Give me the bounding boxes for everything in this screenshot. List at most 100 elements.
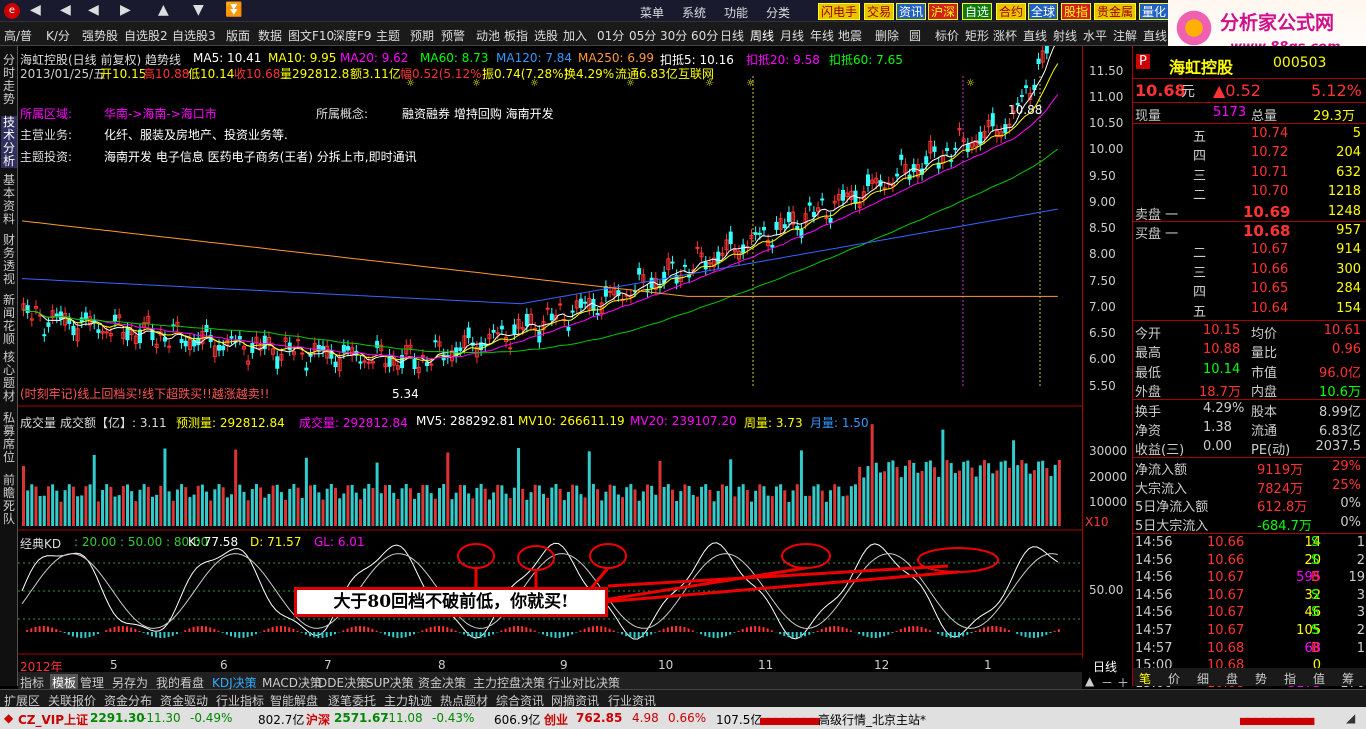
quick-index-futures[interactable]: 股指 bbox=[1061, 3, 1092, 20]
candle-body bbox=[761, 227, 766, 231]
toolbar-item[interactable]: 周线 bbox=[750, 27, 774, 44]
quote-tab[interactable]: 细 bbox=[1197, 670, 1209, 687]
mode-toggle[interactable]: 高/普 bbox=[4, 27, 32, 44]
menu-system[interactable]: 系统 bbox=[682, 4, 706, 21]
buy-level[interactable]: 三 10.66 300 bbox=[1133, 261, 1366, 281]
index1-name[interactable]: CZ_VIP上证 bbox=[18, 711, 88, 728]
buy-level[interactable]: 四 10.65 284 bbox=[1133, 280, 1366, 300]
toolbar-item[interactable]: 板指 bbox=[504, 27, 528, 44]
quote-tab[interactable]: 笔 bbox=[1139, 670, 1151, 687]
candle-body bbox=[1019, 94, 1024, 97]
toolbar-item[interactable]: 射线 bbox=[1053, 27, 1077, 44]
menu-menu[interactable]: 菜单 bbox=[640, 4, 664, 21]
toolbar-item[interactable]: 自选股3 bbox=[172, 27, 216, 44]
toolbar-item[interactable]: 矩形 bbox=[965, 27, 989, 44]
quick-hushen[interactable]: 沪深 bbox=[928, 3, 959, 20]
side-tab-finance[interactable]: 财务透视 bbox=[1, 234, 17, 286]
toolbar-item[interactable]: 主题 bbox=[376, 27, 400, 44]
kd-gl-bar bbox=[246, 632, 249, 638]
quick-info[interactable]: 资讯 bbox=[896, 3, 927, 20]
toolbar-item[interactable]: 数据 bbox=[258, 27, 282, 44]
toolbar-item[interactable]: 标价 bbox=[935, 27, 959, 44]
side-tab-news[interactable]: 新闻花顺 bbox=[1, 294, 17, 346]
toolbar-item[interactable]: 强势股 bbox=[82, 27, 118, 44]
toolbar-item[interactable]: 地震 bbox=[838, 27, 862, 44]
toolbar-item[interactable]: 圆 bbox=[909, 27, 921, 44]
toolbar-item[interactable]: 动池 bbox=[476, 27, 500, 44]
volume-bar bbox=[854, 484, 857, 526]
quick-flash-trade[interactable]: 闪电手 bbox=[818, 3, 861, 20]
quick-watchlist[interactable]: 自选 bbox=[962, 3, 993, 20]
left-arrow-icon[interactable]: ◀ bbox=[88, 2, 99, 18]
toolbar-item[interactable]: 删除 bbox=[875, 27, 899, 44]
buy-level[interactable]: 买盘 一 10.68 957 bbox=[1133, 222, 1366, 242]
tick-row: 14:57 10.68 68 B 1 bbox=[1133, 640, 1366, 657]
side-tab-private[interactable]: 私募席位 bbox=[1, 412, 17, 464]
scroll-up-icon[interactable]: ▲ bbox=[1085, 674, 1094, 688]
quote-tab[interactable]: 筹 bbox=[1342, 670, 1354, 687]
period-toggle[interactable]: K/分 bbox=[46, 27, 70, 44]
side-tab-timeshare[interactable]: 分时走势 bbox=[1, 54, 17, 106]
side-tab-squad[interactable]: 前瞻死队 bbox=[1, 474, 17, 526]
right-arrow-icon[interactable]: ▶ bbox=[120, 2, 131, 18]
toolbar-item[interactable]: 60分 bbox=[691, 27, 718, 44]
quick-contract[interactable]: 合约 bbox=[996, 3, 1027, 20]
quick-precious-metal[interactable]: 贵金属 bbox=[1094, 3, 1137, 20]
toolbar-item[interactable]: 注解 bbox=[1113, 27, 1137, 44]
toolbar-item[interactable]: 加入 bbox=[563, 27, 587, 44]
up-arrow-icon[interactable]: ▲ bbox=[158, 2, 169, 18]
sell-level[interactable]: 卖盘 一 10.69 1248 bbox=[1133, 203, 1366, 223]
toolbar-item[interactable]: 直线 bbox=[1143, 27, 1167, 44]
kd-gl-bar bbox=[130, 627, 133, 632]
quick-global[interactable]: 全球 bbox=[1028, 3, 1059, 20]
back-icon[interactable]: ◀ bbox=[30, 2, 41, 18]
kd-gl-bar bbox=[92, 632, 95, 636]
sell-level[interactable]: 三 10.71 632 bbox=[1133, 164, 1366, 184]
toolbar-item[interactable]: 年线 bbox=[810, 27, 834, 44]
side-tab-core[interactable]: 核心题材 bbox=[1, 351, 17, 403]
tick-count: 1 bbox=[1356, 535, 1365, 550]
menu-category[interactable]: 分类 bbox=[766, 4, 790, 21]
toolbar-item[interactable]: 涨杯 bbox=[993, 27, 1017, 44]
sell-level[interactable]: 二 10.70 1218 bbox=[1133, 183, 1366, 203]
index3-name[interactable]: 创业 bbox=[544, 711, 568, 728]
toolbar-item[interactable]: 月线 bbox=[780, 27, 804, 44]
kd-gl-bar bbox=[700, 632, 703, 635]
side-tab-basic[interactable]: 基本资料 bbox=[1, 174, 17, 226]
back-arrow-icon[interactable]: ◀ bbox=[60, 2, 71, 18]
candle-body bbox=[458, 347, 463, 351]
toolbar-item[interactable]: 日线 bbox=[720, 27, 744, 44]
quick-quant[interactable]: 量化 bbox=[1139, 3, 1170, 20]
quote-tab[interactable]: 值 bbox=[1313, 670, 1325, 687]
menu-function[interactable]: 功能 bbox=[724, 4, 748, 21]
volume-bar bbox=[475, 487, 479, 526]
quote-tab[interactable]: 势 bbox=[1255, 670, 1267, 687]
sell-level[interactable]: 五 10.74 5 bbox=[1133, 125, 1366, 145]
collapse-icon[interactable]: ⏬ bbox=[225, 2, 242, 18]
toolbar-item[interactable]: 选股 bbox=[534, 27, 558, 44]
side-tab-tech[interactable]: 技术分析 bbox=[1, 116, 17, 168]
toolbar-item[interactable]: 预期 bbox=[410, 27, 434, 44]
toolbar-item[interactable]: 深度F9 bbox=[333, 27, 372, 44]
toolbar-item[interactable]: 05分 bbox=[629, 27, 656, 44]
sell-level[interactable]: 四 10.72 204 bbox=[1133, 144, 1366, 164]
quote-tab[interactable]: 盘 bbox=[1226, 670, 1238, 687]
quote-tab[interactable]: 价 bbox=[1168, 670, 1180, 687]
quick-trade[interactable]: 交易 bbox=[864, 3, 895, 20]
toolbar-item[interactable]: 水平 bbox=[1083, 27, 1107, 44]
level-qty: 5 bbox=[1352, 126, 1361, 141]
buy-level[interactable]: 二 10.67 914 bbox=[1133, 241, 1366, 261]
index2-name[interactable]: 沪深 bbox=[306, 711, 330, 728]
toolbar-item[interactable]: 01分 bbox=[597, 27, 624, 44]
toolbar-item[interactable]: 30分 bbox=[660, 27, 687, 44]
toolbar-item[interactable]: 图文F10 bbox=[288, 27, 334, 44]
kline-chart-area[interactable]: ☼ ☼ ☼ ☼ ☼ ☼ ☼ 海虹控股(日线 前复权) 趋势线 MA5: 10.41 MA10… bbox=[18, 46, 1082, 674]
down-arrow-icon[interactable]: ▼ bbox=[193, 2, 204, 18]
quote-tab[interactable]: 指 bbox=[1284, 670, 1296, 687]
toolbar-item[interactable]: 自选股2 bbox=[124, 27, 168, 44]
toolbar-item[interactable]: 直线 bbox=[1023, 27, 1047, 44]
toolbar-item[interactable]: 预警 bbox=[441, 27, 465, 44]
server-name[interactable]: 高级行情_北京主站* bbox=[818, 711, 926, 728]
toolbar-item[interactable]: 版面 bbox=[226, 27, 250, 44]
buy-level[interactable]: 五 10.64 154 bbox=[1133, 300, 1366, 320]
